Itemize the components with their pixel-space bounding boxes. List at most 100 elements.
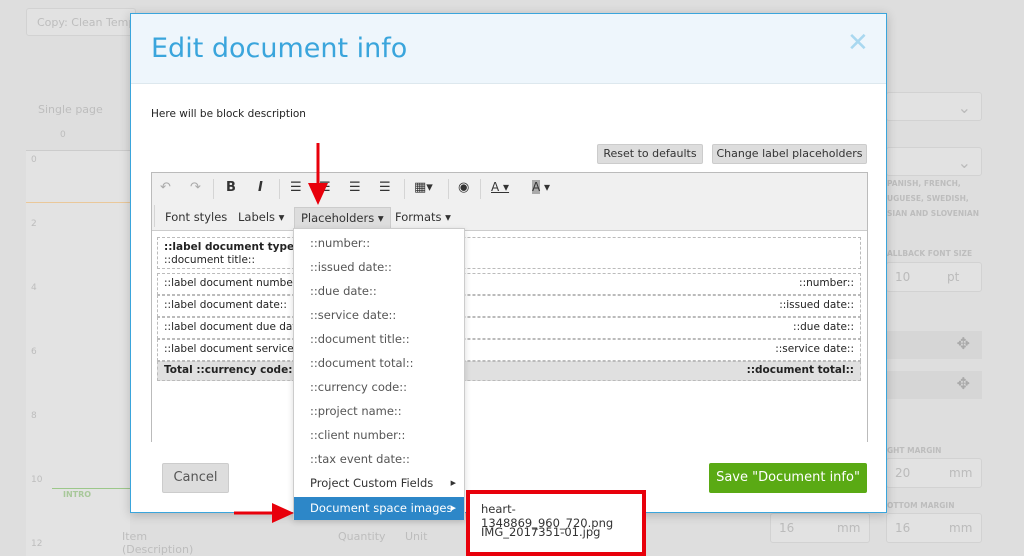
menu-item[interactable]: ::service date:: xyxy=(294,304,464,327)
bottom-margin-unit: mm xyxy=(949,521,973,535)
row-value: ::issued date:: xyxy=(779,299,854,311)
left-margin-input[interactable]: 16 mm xyxy=(770,513,870,543)
ruler-10: 10 xyxy=(31,475,43,485)
menu-item[interactable]: ::due date:: xyxy=(294,280,464,303)
total-row: Total ::currency code::::document total:… xyxy=(157,361,861,381)
row-value: ::number:: xyxy=(799,277,854,289)
chevron-down-icon: ⌄ xyxy=(957,98,971,117)
right-margin-value: 20 xyxy=(895,466,911,480)
separator xyxy=(279,179,280,199)
move-icon: ✥ xyxy=(956,374,970,393)
right-margin-input[interactable]: 20 mm xyxy=(886,458,982,488)
undo-icon[interactable]: ↶ xyxy=(160,180,171,195)
cancel-button[interactable]: Cancel xyxy=(162,463,229,493)
menu-item[interactable]: ::issued date:: xyxy=(294,256,464,279)
right-margin-unit: mm xyxy=(949,466,973,480)
italic-button[interactable]: I xyxy=(258,180,263,195)
select-2[interactable]: ⌄ xyxy=(886,147,982,176)
ruler-8: 8 xyxy=(31,411,37,421)
placeholders-dropdown: ::number:: ::issued date:: ::due date:: … xyxy=(293,228,465,520)
menu-item[interactable]: ::currency code:: xyxy=(294,376,464,399)
dialog-header: Edit document info ✕ xyxy=(131,14,886,84)
tab-single-page[interactable]: Single page xyxy=(38,103,103,116)
separator xyxy=(154,205,155,227)
dialog-title: Edit document info xyxy=(151,33,408,64)
fallback-font-input[interactable]: 10 pt xyxy=(886,262,982,292)
left-margin-value: 16 xyxy=(779,521,795,535)
preview-eye-icon[interactable]: ◉ xyxy=(458,180,469,195)
menu-item[interactable]: ::tax event date:: xyxy=(294,448,464,471)
ruler-top-0: 0 xyxy=(60,130,66,140)
close-icon[interactable]: ✕ xyxy=(847,28,869,58)
editor-toolbar: ↶ ↷ B I ☰ ☰ ☰ ☰ ▦▾ ◉ A ▾ A ▾ Font styles… xyxy=(152,173,867,231)
align-right-icon[interactable]: ☰ xyxy=(349,180,361,195)
annotation-highlight-box xyxy=(466,490,646,556)
annotation-arrow-down xyxy=(308,143,328,205)
chevron-down-icon: ⌄ xyxy=(957,153,971,172)
caret-right-icon: ▶ xyxy=(450,479,456,487)
intro-label: INTRO xyxy=(63,490,92,499)
text-color-icon[interactable]: A ▾ xyxy=(491,180,509,194)
table-row: ::label document due date::::due date:: xyxy=(157,317,861,339)
ruler-6: 6 xyxy=(31,347,37,357)
total-value: ::document total:: xyxy=(746,364,854,376)
select-1[interactable]: ⌄ xyxy=(886,92,982,121)
header-row: ::label document type:: ::document title… xyxy=(157,237,861,269)
menu-item-label: Document space images xyxy=(310,501,453,515)
left-margin-unit: mm xyxy=(837,521,861,535)
background-color-icon[interactable]: A ▾ xyxy=(532,180,550,194)
col-item: Item (Description) xyxy=(122,530,194,556)
menu-item[interactable]: ::project name:: xyxy=(294,400,464,423)
font-styles-menu[interactable]: Font styles xyxy=(159,207,233,229)
doc-title-placeholder: ::document title:: xyxy=(164,254,255,266)
ruler-4: 4 xyxy=(31,283,37,293)
separator xyxy=(448,179,449,199)
ruler-0: 0 xyxy=(31,155,37,165)
intro-line xyxy=(52,488,130,489)
project-custom-fields-item[interactable]: Project Custom Fields ▶ xyxy=(294,472,464,495)
redo-icon[interactable]: ↷ xyxy=(190,180,201,195)
block-description: Here will be block description xyxy=(151,108,306,120)
languages-2: UGUESE, SWEDISH, xyxy=(887,194,969,203)
align-left-icon[interactable]: ☰ xyxy=(290,180,302,195)
fallback-font-unit: pt xyxy=(947,270,960,284)
total-label: Total ::currency code:: xyxy=(164,364,297,376)
drag-row-1[interactable]: ✥ xyxy=(886,331,982,359)
template-name-value: Copy: Clean Temp xyxy=(37,16,136,29)
rich-text-editor: ↶ ↷ B I ☰ ☰ ☰ ☰ ▦▾ ◉ A ▾ A ▾ Font styles… xyxy=(151,172,868,442)
fallback-font-label: ALLBACK FONT SIZE xyxy=(887,249,973,258)
col-quantity: Quantity xyxy=(338,530,386,543)
change-label-placeholders-button[interactable]: Change label placeholders xyxy=(712,144,867,164)
move-icon: ✥ xyxy=(956,334,970,353)
bold-button[interactable]: B xyxy=(226,180,236,195)
separator xyxy=(213,179,214,199)
menu-item[interactable]: ::client number:: xyxy=(294,424,464,447)
reset-defaults-button[interactable]: Reset to defaults xyxy=(597,144,703,164)
formats-menu[interactable]: Formats ▾ xyxy=(389,207,457,229)
drag-row-2[interactable]: ✥ xyxy=(886,371,982,399)
fallback-font-value: 10 xyxy=(895,270,911,284)
bottom-margin-label: OTTOM MARGIN xyxy=(887,501,955,510)
ruler-2: 2 xyxy=(31,219,37,229)
document-space-images-item[interactable]: Document space images ▶ xyxy=(294,497,464,520)
right-margin-label: GHT MARGIN xyxy=(887,446,942,455)
orange-guide xyxy=(26,202,130,203)
table-icon[interactable]: ▦▾ xyxy=(414,180,433,195)
row-value: ::due date:: xyxy=(793,321,854,333)
menu-item[interactable]: ::document title:: xyxy=(294,328,464,351)
labels-menu[interactable]: Labels ▾ xyxy=(232,207,290,229)
bottom-margin-value: 16 xyxy=(895,521,911,535)
align-justify-icon[interactable]: ☰ xyxy=(379,180,391,195)
bottom-margin-input[interactable]: 16 mm xyxy=(886,513,982,543)
languages-3: SIAN AND SLOVENIAN xyxy=(887,209,979,218)
row-value: ::service date:: xyxy=(775,343,854,355)
languages-1: PANISH, FRENCH, xyxy=(887,179,961,188)
save-document-info-button[interactable]: Save "Document info" xyxy=(709,463,867,493)
menu-item[interactable]: ::number:: xyxy=(294,232,464,255)
placeholders-menu[interactable]: Placeholders ▾ xyxy=(294,207,391,229)
annotation-arrow-right xyxy=(234,503,294,523)
table-row: ::label document service date::::service… xyxy=(157,339,861,361)
caret-right-icon: ▶ xyxy=(450,504,456,512)
menu-item[interactable]: ::document total:: xyxy=(294,352,464,375)
col-unit: Unit xyxy=(405,530,428,543)
